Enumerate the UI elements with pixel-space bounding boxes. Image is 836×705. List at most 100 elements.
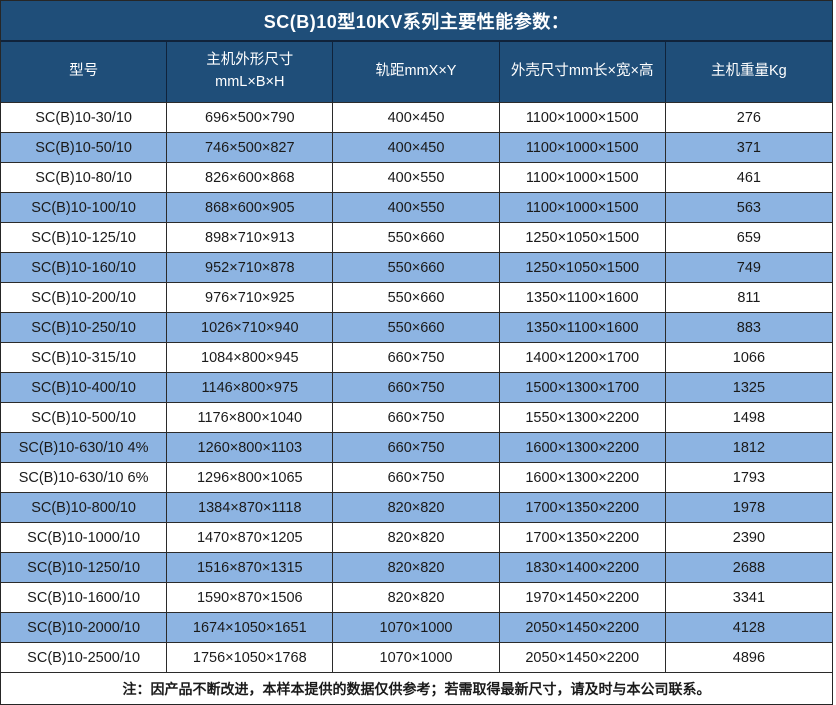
value-cell: 811 [666,283,832,312]
table-row: SC(B)10-125/10898×710×913550×6601250×105… [1,223,832,253]
model-cell: SC(B)10-630/10 6% [1,463,167,492]
value-cell: 4128 [666,613,832,642]
value-cell: 1600×1300×2200 [500,463,666,492]
table-row: SC(B)10-100/10868×600×905400×5501100×100… [1,193,832,223]
value-cell: 1146×800×975 [167,373,333,402]
value-cell: 1498 [666,403,832,432]
value-cell: 1250×1050×1500 [500,223,666,252]
table-note: 注：因产品不断改进，本样本提供的数据仅供参考；若需取得最新尺寸，请及时与本公司联… [1,673,832,704]
value-cell: 1176×800×1040 [167,403,333,432]
column-header: 型号 [1,42,167,102]
model-cell: SC(B)10-315/10 [1,343,167,372]
value-cell: 1550×1300×2200 [500,403,666,432]
column-header: 主机外形尺寸 mmL×B×H [167,42,333,102]
value-cell: 4896 [666,643,832,672]
table-row: SC(B)10-500/101176×800×1040660×7501550×1… [1,403,832,433]
value-cell: 1830×1400×2200 [500,553,666,582]
column-header: 轨距mmX×Y [333,42,499,102]
model-cell: SC(B)10-200/10 [1,283,167,312]
value-cell: 660×750 [333,463,499,492]
value-cell: 1516×870×1315 [167,553,333,582]
value-cell: 1084×800×945 [167,343,333,372]
value-cell: 550×660 [333,223,499,252]
model-cell: SC(B)10-80/10 [1,163,167,192]
table-header-row: 型号主机外形尺寸 mmL×B×H轨距mmX×Y外壳尺寸mm长×宽×高主机重量Kg [1,42,832,103]
model-cell: SC(B)10-125/10 [1,223,167,252]
value-cell: 2050×1450×2200 [500,643,666,672]
value-cell: 826×600×868 [167,163,333,192]
table-row: SC(B)10-200/10976×710×925550×6601350×110… [1,283,832,313]
value-cell: 696×500×790 [167,103,333,132]
value-cell: 1600×1300×2200 [500,433,666,462]
value-cell: 550×660 [333,313,499,342]
model-cell: SC(B)10-800/10 [1,493,167,522]
value-cell: 820×820 [333,583,499,612]
value-cell: 1070×1000 [333,613,499,642]
value-cell: 868×600×905 [167,193,333,222]
model-cell: SC(B)10-2500/10 [1,643,167,672]
value-cell: 1700×1350×2200 [500,493,666,522]
value-cell: 1250×1050×1500 [500,253,666,282]
model-cell: SC(B)10-30/10 [1,103,167,132]
value-cell: 952×710×878 [167,253,333,282]
value-cell: 1500×1300×1700 [500,373,666,402]
table-row: SC(B)10-160/10952×710×878550×6601250×105… [1,253,832,283]
page-title: SC(B)10型10KV系列主要性能参数： [1,1,832,42]
value-cell: 1260×800×1103 [167,433,333,462]
value-cell: 1296×800×1065 [167,463,333,492]
value-cell: 550×660 [333,283,499,312]
value-cell: 1978 [666,493,832,522]
model-cell: SC(B)10-500/10 [1,403,167,432]
value-cell: 1756×1050×1768 [167,643,333,672]
value-cell: 1325 [666,373,832,402]
value-cell: 1970×1450×2200 [500,583,666,612]
spec-sheet: SC(B)10型10KV系列主要性能参数： 型号主机外形尺寸 mmL×B×H轨距… [0,0,833,705]
value-cell: 1100×1000×1500 [500,103,666,132]
value-cell: 660×750 [333,343,499,372]
table-row: SC(B)10-1000/101470×870×1205820×8201700×… [1,523,832,553]
table-row: SC(B)10-30/10696×500×790400×4501100×1000… [1,103,832,133]
value-cell: 820×820 [333,553,499,582]
value-cell: 746×500×827 [167,133,333,162]
table-row: SC(B)10-630/10 4%1260×800×1103660×750160… [1,433,832,463]
value-cell: 976×710×925 [167,283,333,312]
table-row: SC(B)10-80/10826×600×868400×5501100×1000… [1,163,832,193]
model-cell: SC(B)10-160/10 [1,253,167,282]
value-cell: 2688 [666,553,832,582]
value-cell: 1100×1000×1500 [500,133,666,162]
table-row: SC(B)10-630/10 6%1296×800×1065660×750160… [1,463,832,493]
value-cell: 749 [666,253,832,282]
value-cell: 1470×870×1205 [167,523,333,552]
value-cell: 1100×1000×1500 [500,193,666,222]
model-cell: SC(B)10-50/10 [1,133,167,162]
table-row: SC(B)10-50/10746×500×827400×4501100×1000… [1,133,832,163]
value-cell: 276 [666,103,832,132]
value-cell: 660×750 [333,433,499,462]
column-header: 外壳尺寸mm长×宽×高 [500,42,666,102]
table-row: SC(B)10-1600/101590×870×1506820×8201970×… [1,583,832,613]
value-cell: 1400×1200×1700 [500,343,666,372]
table-row: SC(B)10-800/101384×870×1118820×8201700×1… [1,493,832,523]
value-cell: 1793 [666,463,832,492]
value-cell: 883 [666,313,832,342]
value-cell: 1590×870×1506 [167,583,333,612]
value-cell: 563 [666,193,832,222]
value-cell: 1674×1050×1651 [167,613,333,642]
value-cell: 1812 [666,433,832,462]
value-cell: 1100×1000×1500 [500,163,666,192]
model-cell: SC(B)10-1250/10 [1,553,167,582]
value-cell: 400×450 [333,133,499,162]
value-cell: 400×550 [333,163,499,192]
value-cell: 1066 [666,343,832,372]
model-cell: SC(B)10-630/10 4% [1,433,167,462]
value-cell: 820×820 [333,493,499,522]
table-row: SC(B)10-2000/101674×1050×16511070×100020… [1,613,832,643]
value-cell: 400×450 [333,103,499,132]
model-cell: SC(B)10-1600/10 [1,583,167,612]
table-row: SC(B)10-400/101146×800×975660×7501500×13… [1,373,832,403]
table-row: SC(B)10-250/101026×710×940550×6601350×11… [1,313,832,343]
table-row: SC(B)10-1250/101516×870×1315820×8201830×… [1,553,832,583]
table-row: SC(B)10-315/101084×800×945660×7501400×12… [1,343,832,373]
model-cell: SC(B)10-100/10 [1,193,167,222]
value-cell: 371 [666,133,832,162]
